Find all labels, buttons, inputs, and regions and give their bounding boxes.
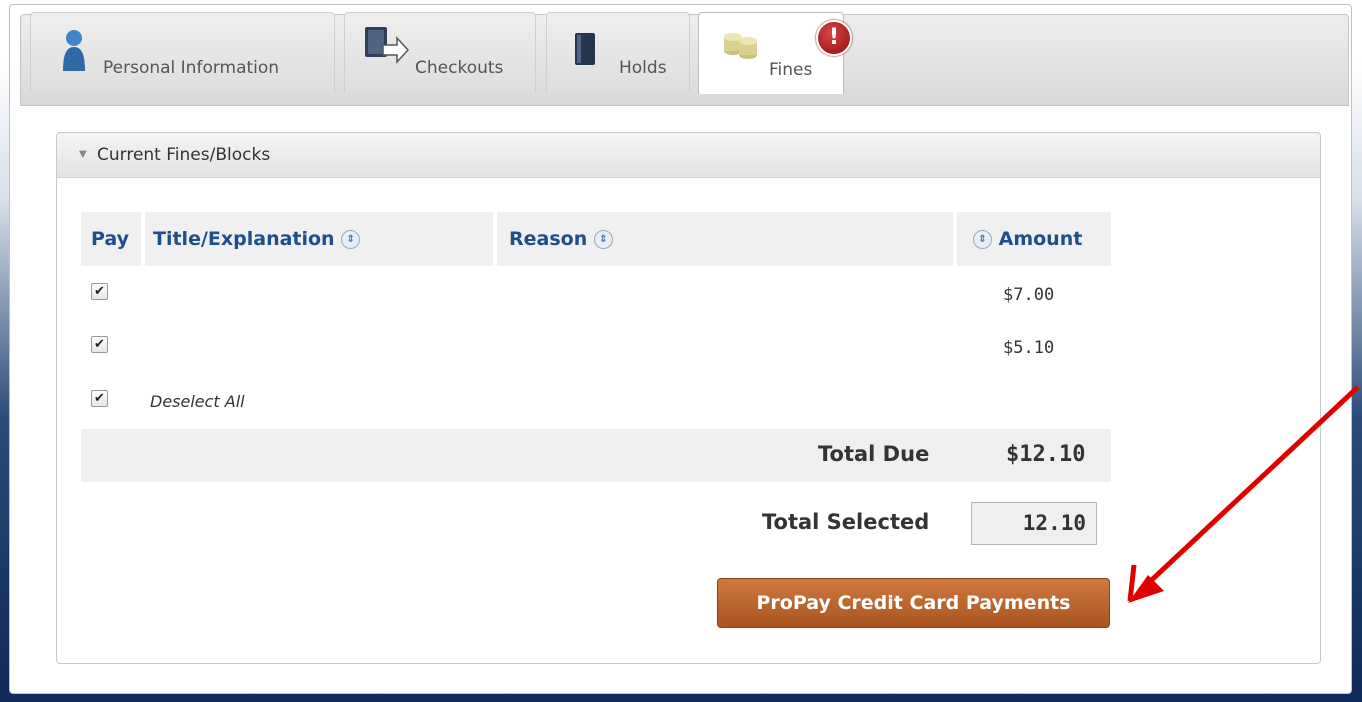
sort-icon[interactable]: ⇕ — [341, 230, 361, 249]
sort-icon[interactable]: ⇕ — [593, 230, 613, 249]
propay-payment-button[interactable]: ProPay Credit Card Payments — [717, 578, 1110, 628]
tab-label: Fines — [769, 60, 813, 80]
fine-amount: $7.00 — [1003, 285, 1055, 305]
pay-checkbox[interactable]: ✔ — [91, 283, 108, 300]
tab-checkouts[interactable]: Checkouts — [344, 12, 536, 92]
alert-badge-icon: ! — [816, 20, 852, 56]
tab-label: Holds — [619, 58, 667, 78]
total-due-label: Total Due — [818, 442, 930, 466]
total-selected-field: 12.10 — [971, 502, 1097, 545]
coins-icon — [721, 25, 759, 68]
tab-holds[interactable]: Holds — [546, 12, 690, 92]
column-header-title[interactable]: Title/Explanation ⇕ — [145, 212, 493, 266]
deselect-all-label[interactable]: Deselect All — [150, 392, 245, 411]
annotation-arrow-icon — [1127, 385, 1360, 603]
deselect-all-checkbox[interactable]: ✔ — [91, 390, 108, 407]
tab-label: Checkouts — [415, 58, 504, 78]
tab-personal-information[interactable]: Personal Information — [30, 12, 335, 92]
checkouts-icon — [363, 25, 410, 70]
column-header-reason[interactable]: Reason ⇕ — [497, 212, 953, 266]
collapse-triangle-icon: ▼ — [79, 149, 87, 160]
book-icon — [573, 31, 599, 74]
column-header-pay: Pay — [81, 212, 141, 266]
pay-checkbox[interactable]: ✔ — [91, 336, 108, 353]
section-header[interactable]: ▼ Current Fines/Blocks — [57, 133, 1320, 178]
total-due-value: $12.10 — [1006, 442, 1086, 467]
sort-icon[interactable]: ⇕ — [973, 230, 992, 249]
column-header-amount[interactable]: ⇕ Amount — [957, 212, 1111, 266]
section-title: Current Fines/Blocks — [97, 145, 271, 165]
person-icon — [61, 29, 87, 78]
fine-amount: $5.10 — [1003, 338, 1055, 358]
total-selected-label: Total Selected — [762, 510, 930, 534]
tab-label: Personal Information — [103, 58, 280, 78]
total-due-row — [81, 429, 1111, 482]
